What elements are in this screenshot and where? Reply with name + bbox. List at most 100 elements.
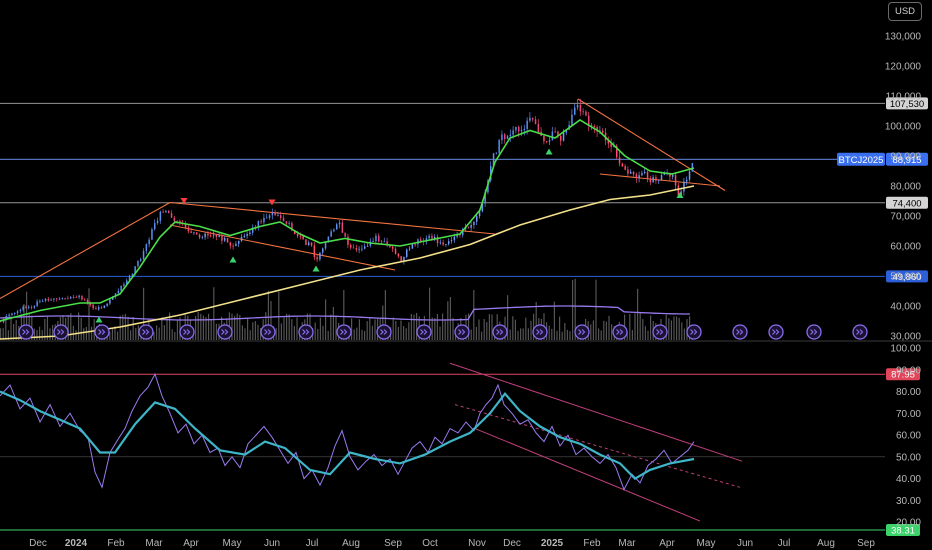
candle-body <box>103 305 106 308</box>
volume-bar <box>590 324 592 340</box>
candle-body <box>523 128 526 130</box>
candle-body <box>660 175 663 181</box>
rsi-tick-label: 70.00 <box>896 409 921 420</box>
event-badge-icon[interactable] <box>532 324 548 340</box>
candle-body <box>288 223 290 224</box>
event-badge-icon[interactable] <box>612 324 628 340</box>
candle-body <box>243 235 246 237</box>
trendline-3 <box>577 98 726 191</box>
candle-body <box>641 173 643 176</box>
volume-bar <box>478 319 480 340</box>
volume-bar <box>72 325 74 340</box>
time-axis-label: Dec <box>503 538 521 549</box>
event-badge-icon[interactable] <box>336 324 352 340</box>
volume-bar <box>75 330 77 340</box>
event-badge-icon[interactable] <box>574 324 590 340</box>
signal-marker-up <box>545 148 553 155</box>
price-tick-label: 40,000 <box>890 302 921 313</box>
rsi-pane[interactable]: 87.9538.31 100.00 90.00 80.00 70.00 60.00 50.… <box>0 344 921 537</box>
candle-body <box>285 221 288 224</box>
event-badge-icon[interactable] <box>732 324 748 340</box>
currency-button[interactable]: USD <box>888 2 922 21</box>
candle-body <box>232 245 234 247</box>
candle-body <box>50 299 52 301</box>
volume-bar <box>135 327 137 340</box>
volume-bar <box>629 313 631 340</box>
event-badge-icon[interactable] <box>94 324 110 340</box>
candle-body <box>518 127 520 132</box>
event-badge-icon[interactable] <box>768 324 784 340</box>
event-badge-circle <box>53 324 69 340</box>
rsi-tick-label: 60.00 <box>896 431 921 442</box>
candle-body <box>159 211 162 221</box>
volume-bar <box>314 322 316 340</box>
event-badge-circle <box>806 324 822 340</box>
candle-body <box>686 179 688 182</box>
price-levels[interactable]: 107,53088,87074,40049,860BTCJ202588,915 <box>0 97 928 283</box>
price-tick-label: 60,000 <box>890 242 921 253</box>
candle-body <box>19 309 22 312</box>
price-pane[interactable]: 107,53088,87074,40049,860BTCJ202588,915 … <box>0 32 928 343</box>
chart-canvas[interactable]: 107,53088,87074,40049,860BTCJ202588,915 … <box>0 0 932 550</box>
candle-body <box>509 134 512 137</box>
candle-body <box>588 115 590 126</box>
candle-body <box>142 251 145 260</box>
candle-body <box>238 240 240 244</box>
candle-body <box>551 131 554 141</box>
volume-bar <box>93 319 95 340</box>
event-badge-circle <box>454 324 470 340</box>
candle-body <box>67 298 69 299</box>
volume-bar <box>200 313 202 340</box>
event-badge-icon[interactable] <box>298 324 314 340</box>
event-badge-icon[interactable] <box>53 324 69 340</box>
rsi-tick-label: 90.00 <box>896 365 921 376</box>
volume-bar <box>400 320 402 340</box>
time-axis-label: Apr <box>659 538 675 549</box>
volume-bar <box>33 328 35 340</box>
candle-body <box>691 163 694 172</box>
candle-body <box>313 245 316 258</box>
rsi-channel[interactable] <box>449 362 743 522</box>
candle-body <box>350 245 352 248</box>
candle-body <box>420 239 422 242</box>
rsi-axis[interactable]: 100.00 90.00 80.00 70.00 60.00 50.00 40.00 30.0… <box>890 344 921 529</box>
candle-body <box>515 127 517 131</box>
candle-body <box>140 259 142 261</box>
candle-body <box>358 248 360 250</box>
candle-body <box>268 215 271 218</box>
event-badge-icon[interactable] <box>492 324 508 340</box>
candle-body <box>627 169 629 174</box>
event-badge-icon[interactable] <box>18 324 34 340</box>
candle-body <box>61 298 64 299</box>
event-badge-circle <box>336 324 352 340</box>
candle-body <box>602 130 604 133</box>
candle-body <box>442 242 444 245</box>
event-badge-icon[interactable] <box>686 324 702 340</box>
candle-body <box>364 246 366 249</box>
event-badge-icon[interactable] <box>138 324 154 340</box>
volume-bar <box>681 322 683 340</box>
event-badge-icon[interactable] <box>454 324 470 340</box>
signal-markers <box>95 148 684 323</box>
signal-marker-up <box>312 265 320 272</box>
candle-body <box>347 236 349 245</box>
volume-bar <box>525 317 527 340</box>
volume-bar <box>452 317 454 340</box>
volume-bar <box>210 319 212 340</box>
time-axis[interactable]: Dec 2024 Feb Mar Apr May Jun Jul Aug Sep Oct Nov Dec… <box>29 538 875 549</box>
event-badge-icon[interactable] <box>260 324 276 340</box>
event-badge-icon[interactable] <box>806 324 822 340</box>
event-badge-icon[interactable] <box>416 324 432 340</box>
event-badge-icon[interactable] <box>179 324 195 340</box>
event-badge-circle <box>94 324 110 340</box>
event-badge-icon[interactable] <box>376 324 392 340</box>
candle-body <box>36 301 38 306</box>
event-badge-icon[interactable] <box>852 324 868 340</box>
volume-bar <box>280 323 282 340</box>
price-axis[interactable]: 130,000 120,000 110,000 100,000 90,000 80,000… <box>885 32 922 343</box>
volume-bar <box>530 320 532 340</box>
trendline-2 <box>169 224 396 271</box>
volume-bar <box>317 329 319 340</box>
event-badge-icon[interactable] <box>652 324 668 340</box>
event-badge-icon[interactable] <box>217 324 233 340</box>
